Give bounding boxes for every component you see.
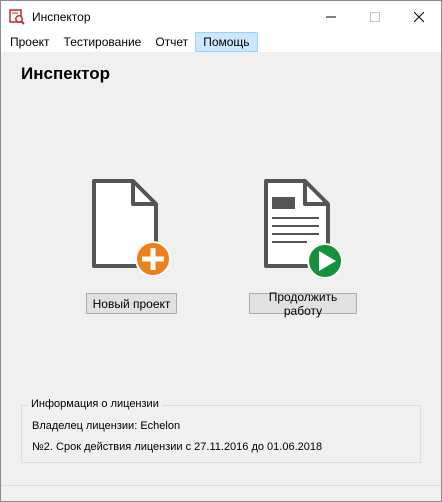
minimize-button[interactable] — [309, 1, 353, 32]
maximize-icon — [370, 11, 380, 22]
minimize-icon — [326, 16, 336, 17]
license-info-group: Информация о лицензии Владелец лицензии:… — [21, 398, 421, 463]
page-title: Инспектор — [21, 64, 111, 83]
new-project-button[interactable]: Новый проект — [86, 293, 177, 314]
close-button[interactable] — [397, 1, 441, 32]
menu-bar: Проект Тестирование Отчет Помощь — [1, 32, 441, 52]
title-bar[interactable]: Инспектор — [1, 1, 441, 32]
menu-report[interactable]: Отчет — [148, 32, 195, 52]
app-window: Инспектор Проект Тестирование Отчет Помо… — [0, 0, 442, 502]
menu-testing[interactable]: Тестирование — [57, 32, 149, 52]
main-panel: Инспектор Новый проект Продолжить работу… — [1, 52, 441, 501]
license-group-title: Информация о лицензии — [28, 398, 162, 410]
document-play-icon[interactable] — [259, 178, 343, 279]
menu-help[interactable]: Помощь — [195, 32, 258, 52]
close-icon — [414, 11, 424, 22]
menu-project[interactable]: Проект — [1, 32, 57, 52]
app-icon — [9, 9, 25, 25]
window-title: Инспектор — [32, 10, 91, 24]
new-document-plus-icon[interactable] — [87, 178, 171, 278]
license-owner: Владелец лицензии: Echelon — [32, 420, 181, 432]
status-bar — [1, 485, 441, 501]
maximize-button[interactable] — [353, 1, 397, 32]
continue-work-button[interactable]: Продолжить работу — [249, 290, 357, 318]
license-term: №2. Срок действия лицензии с 27.11.2016 … — [32, 441, 323, 453]
